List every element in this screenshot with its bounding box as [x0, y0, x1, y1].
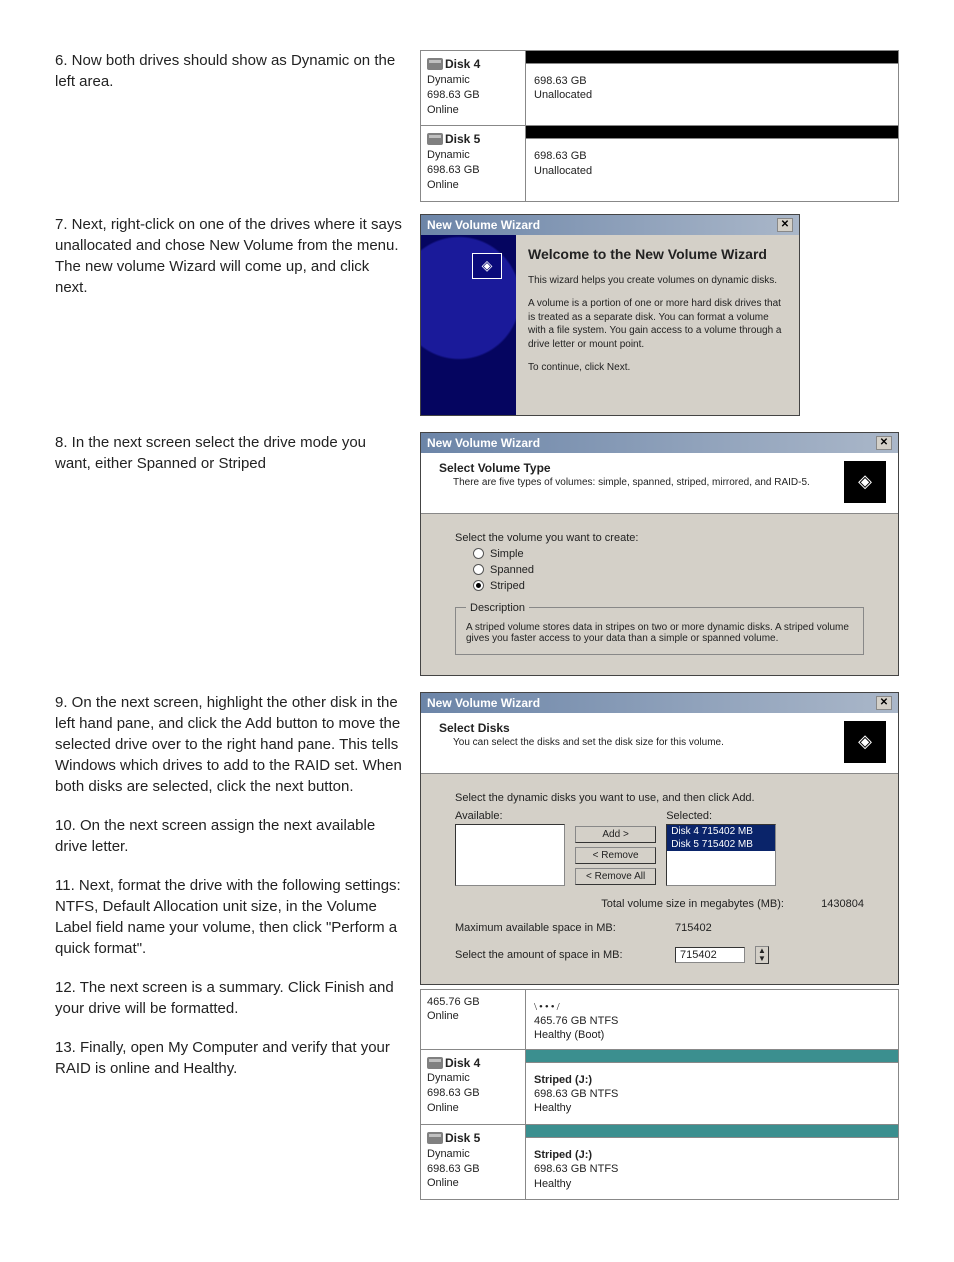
selected-label: Selected:	[666, 810, 776, 822]
step-10: 10. On the next screen assign the next a…	[55, 815, 405, 857]
partition-bar	[526, 51, 898, 63]
list-item: Disk 5 715402 MB	[667, 838, 775, 851]
disk-info: Disk 4 Dynamic 698.63 GB Online	[421, 1050, 526, 1124]
dialog-title-bar: New Volume Wizard ✕	[421, 693, 898, 713]
disk-info: Disk 4 Dynamic 698.63 GB Online	[421, 51, 526, 125]
radio-striped[interactable]: Striped	[473, 580, 864, 592]
disk-info: 465.76 GB Online	[421, 990, 526, 1049]
volume-icon: ◈	[844, 461, 886, 503]
max-space-label: Maximum available space in MB:	[455, 922, 665, 934]
spinner-icon[interactable]: ▲▼	[755, 946, 769, 964]
disk-partition[interactable]: Striped (J:) 698.63 GB NTFS Healthy	[526, 1050, 898, 1124]
disk-panel-after: 465.76 GB Online \•••/ 465.76 GB NTFS He…	[420, 989, 899, 1201]
close-icon[interactable]: ✕	[876, 436, 892, 450]
new-volume-wizard-select-disks: New Volume Wizard ✕ Select Disks You can…	[420, 692, 899, 985]
disk-row: Disk 5 Dynamic 698.63 GB Online Striped …	[421, 1125, 898, 1199]
amount-input[interactable]: 715402	[675, 947, 745, 963]
partition-bar	[526, 1125, 898, 1137]
disk-row: Disk 4 Dynamic 698.63 GB Online 698.63 G…	[421, 51, 898, 126]
wizard-banner: ◈	[421, 235, 516, 415]
new-volume-wizard-welcome: New Volume Wizard ✕ ◈ Welcome to the New…	[420, 214, 800, 416]
disk-row: Disk 4 Dynamic 698.63 GB Online Striped …	[421, 1050, 898, 1125]
step-12: 12. The next screen is a summary. Click …	[55, 977, 405, 1019]
radio-spanned[interactable]: Spanned	[473, 564, 864, 576]
disk-icon	[427, 1132, 443, 1144]
step-6: 6. Now both drives should show as Dynami…	[55, 50, 405, 92]
prompt-label: Select the volume you want to create:	[455, 532, 864, 544]
amount-label: Select the amount of space in MB:	[455, 949, 665, 961]
max-space-value: 715402	[675, 922, 712, 934]
new-volume-wizard-type: New Volume Wizard ✕ Select Volume Type T…	[420, 432, 899, 676]
disk-info: Disk 5 Dynamic 698.63 GB Online	[421, 126, 526, 200]
disk-partition[interactable]: Striped (J:) 698.63 GB NTFS Healthy	[526, 1125, 898, 1199]
step-7: 7. Next, right-click on one of the drive…	[55, 214, 405, 298]
step-9: 9. On the next screen, highlight the oth…	[55, 692, 405, 797]
remove-all-button[interactable]: < Remove All	[575, 868, 656, 885]
partition-bar	[526, 1050, 898, 1062]
disk-info: Disk 5 Dynamic 698.63 GB Online	[421, 1125, 526, 1199]
close-icon[interactable]: ✕	[777, 218, 793, 232]
radio-simple[interactable]: Simple	[473, 548, 864, 560]
wizard-heading: Welcome to the New Volume Wizard	[528, 245, 787, 264]
partition-bar	[526, 126, 898, 138]
remove-button[interactable]: < Remove	[575, 847, 656, 864]
disk-row: 465.76 GB Online \•••/ 465.76 GB NTFS He…	[421, 990, 898, 1050]
disk-panel-before: Disk 4 Dynamic 698.63 GB Online 698.63 G…	[420, 50, 899, 202]
disk-row: Disk 5 Dynamic 698.63 GB Online 698.63 G…	[421, 126, 898, 200]
prompt-label: Select the dynamic disks you want to use…	[455, 792, 864, 804]
list-item: Disk 4 715402 MB	[667, 825, 775, 838]
volume-icon: ◈	[472, 253, 502, 279]
disk-icon	[427, 58, 443, 70]
disk-icon	[427, 1057, 443, 1069]
step-8: 8. In the next screen select the drive m…	[55, 432, 405, 474]
disk-partition[interactable]: 698.63 GB Unallocated	[526, 51, 898, 125]
available-listbox[interactable]	[455, 824, 565, 886]
close-icon[interactable]: ✕	[876, 696, 892, 710]
volume-icon: ◈	[844, 721, 886, 763]
step-11: 11. Next, format the drive with the foll…	[55, 875, 405, 959]
wizard-header: Select Volume Type There are five types …	[421, 453, 898, 514]
dialog-title-bar: New Volume Wizard ✕	[421, 215, 799, 235]
add-button[interactable]: Add >	[575, 826, 656, 843]
disk-icon	[427, 133, 443, 145]
total-size-label: Total volume size in megabytes (MB):	[601, 898, 784, 910]
dialog-title-bar: New Volume Wizard ✕	[421, 433, 898, 453]
description-box: Description A striped volume stores data…	[455, 602, 864, 655]
disk-partition[interactable]: \•••/ 465.76 GB NTFS Healthy (Boot)	[526, 990, 898, 1049]
wizard-header: Select Disks You can select the disks an…	[421, 713, 898, 774]
step-13: 13. Finally, open My Computer and verify…	[55, 1037, 405, 1079]
total-size-value: 1430804	[794, 898, 864, 910]
available-label: Available:	[455, 810, 565, 822]
selected-listbox[interactable]: Disk 4 715402 MB Disk 5 715402 MB	[666, 824, 776, 886]
disk-partition[interactable]: 698.63 GB Unallocated	[526, 126, 898, 200]
